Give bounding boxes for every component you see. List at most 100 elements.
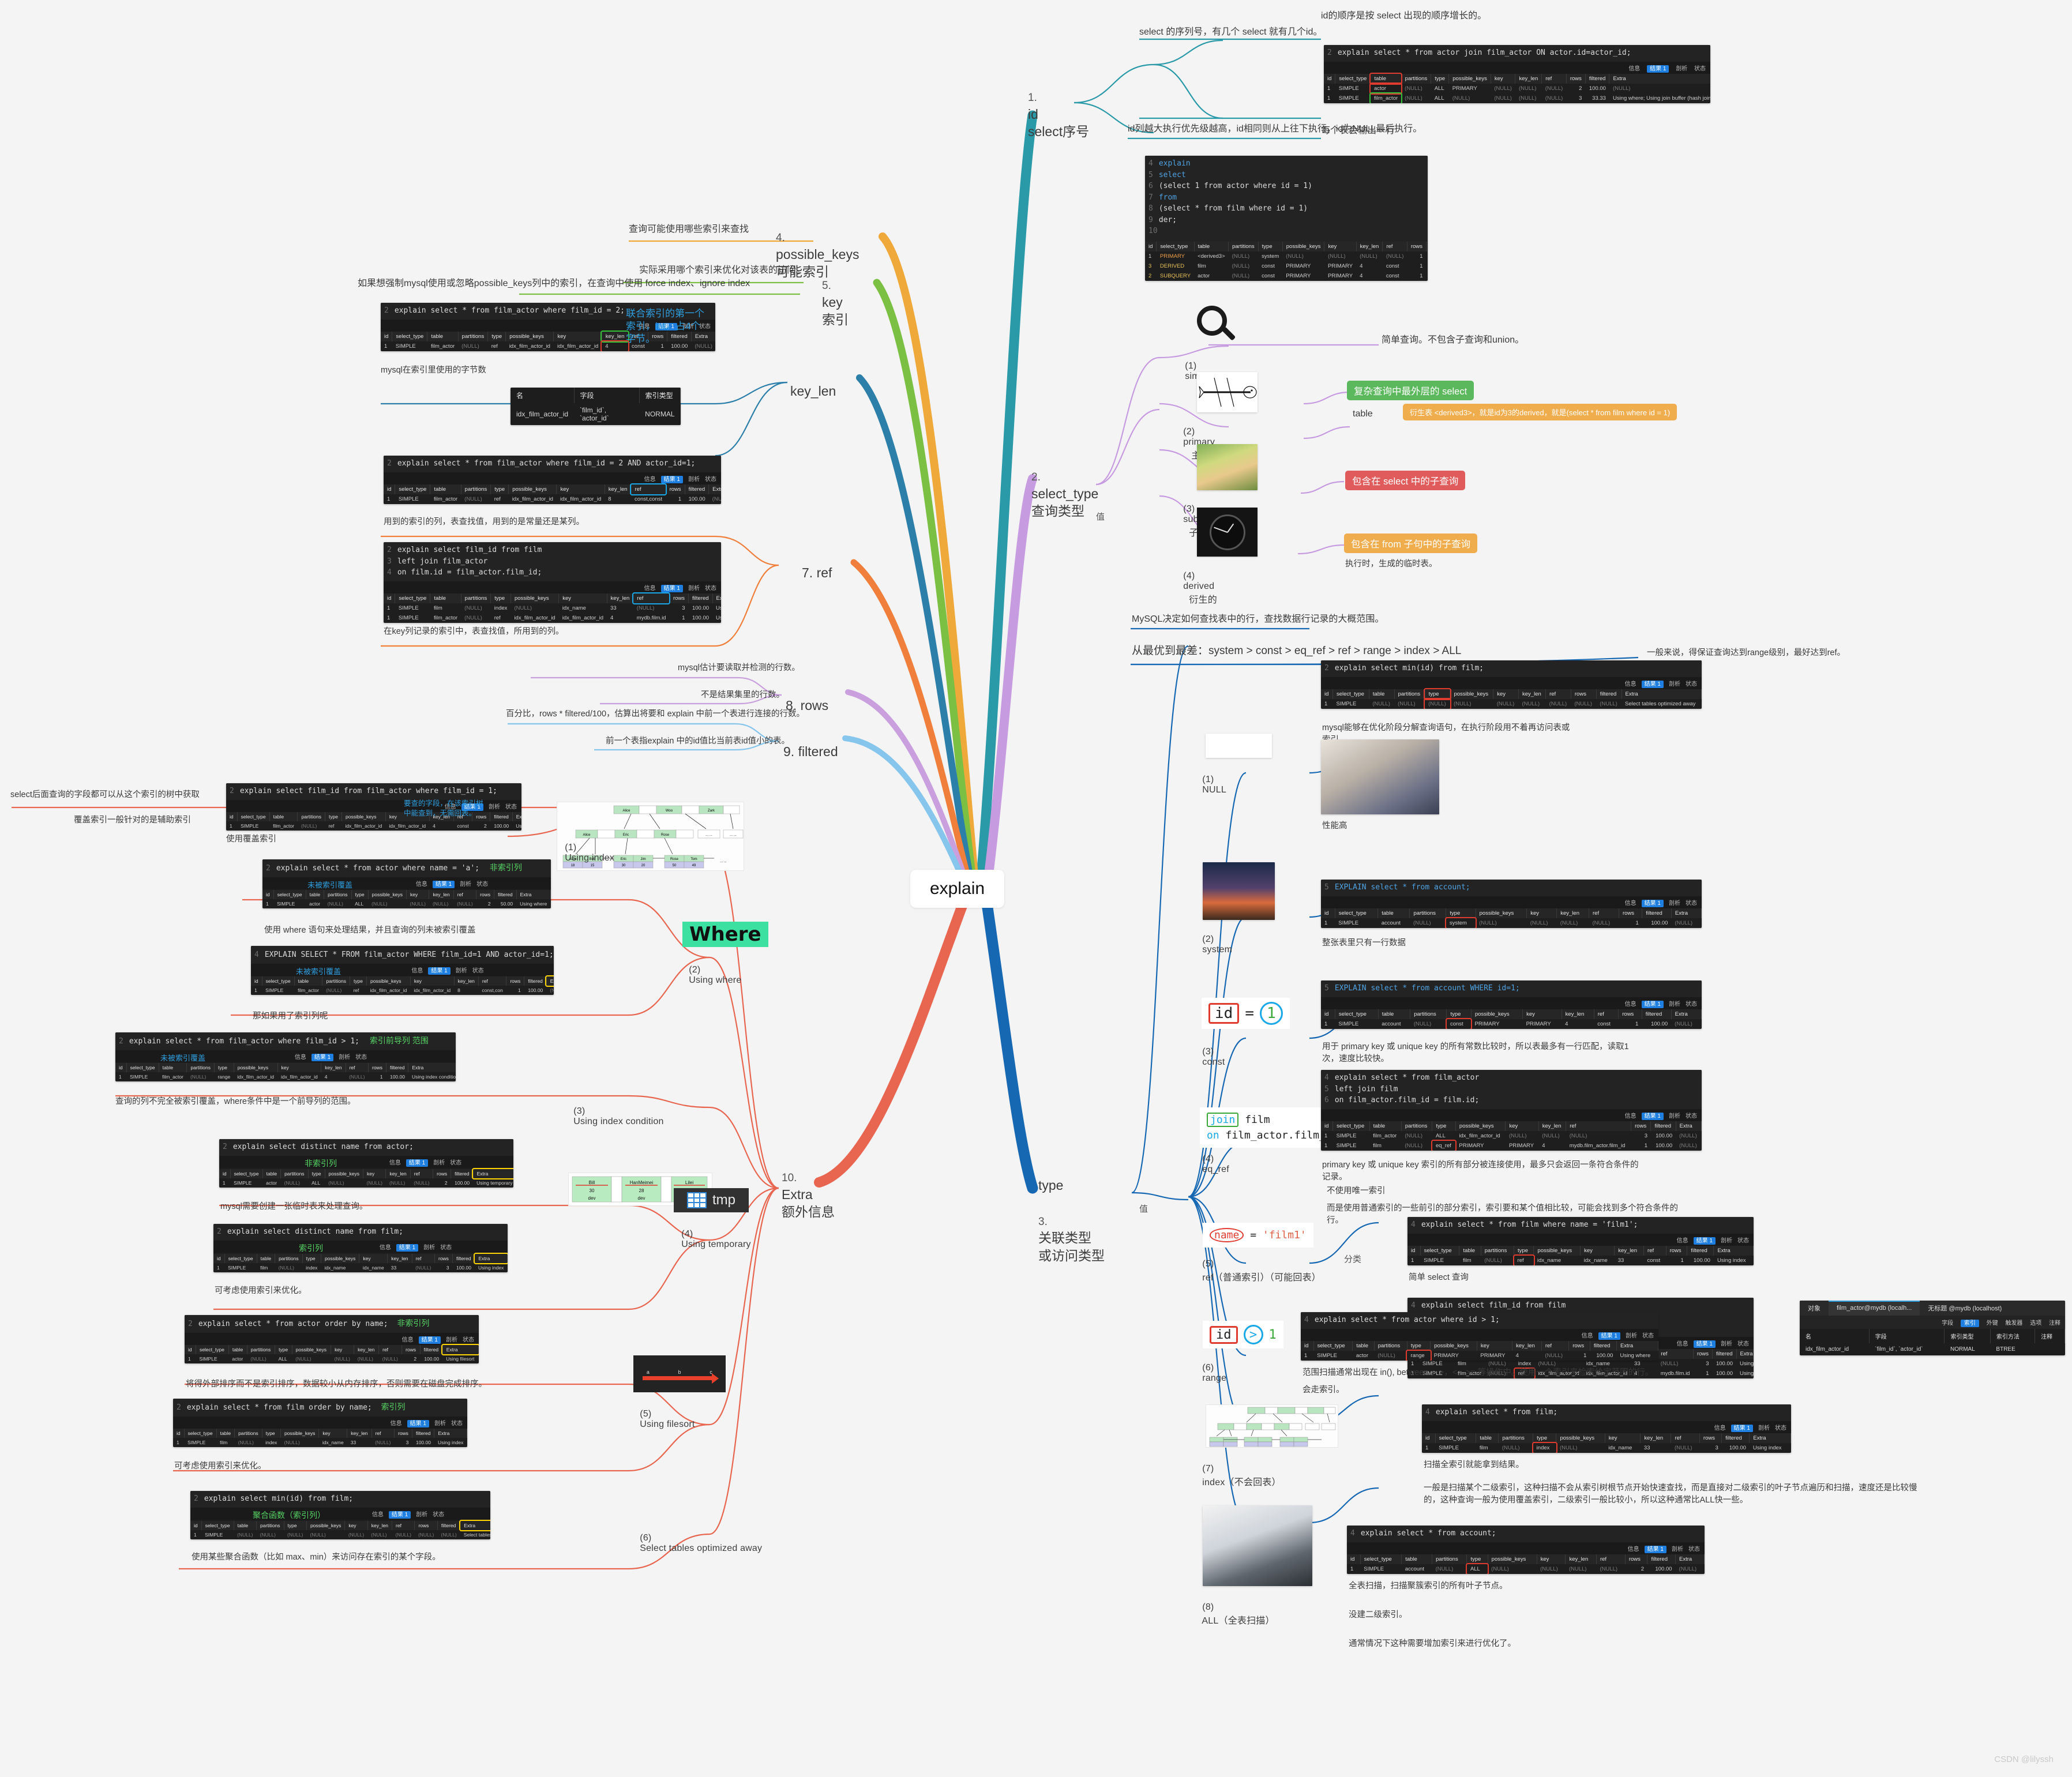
table-row: 1 SIMPLE actor (NULL) ALL (NULL) (NULL) (NULL)(… <box>188 1355 475 1362</box>
type-ref-token: name = 'film1' <box>1203 1223 1313 1248</box>
type-index-note2: 一般是扫描某个二级索引，这种扫描不会从索引树根节点开始快速查找，而是直接对二级索… <box>1424 1483 1917 1505</box>
moon-photo <box>1203 862 1275 920</box>
extra-term-using-filesort-2: 2 explain select * from film order by nam… <box>173 1399 467 1447</box>
svg-text:Zark: Zark <box>708 809 715 813</box>
branch-title-extra[interactable]: 10. Extra 额外信息 <box>782 1151 835 1220</box>
explain-result-table: idselect_typetablepartitionstypepossible… <box>1321 687 1702 709</box>
extra-item-select-tables-optimized-away[interactable]: (6) Select tables optimized away <box>635 1523 762 1554</box>
branch-title-select-type[interactable]: 2. select_type 查询类型 <box>1031 450 1098 520</box>
where-stamp-icon: Where <box>682 922 768 947</box>
btree-diagram-index <box>1206 1404 1338 1448</box>
type-all-note3: 通常情况下这种需要增加索引来进行优化了。 <box>1349 1639 1516 1648</box>
extra-item-using-temporary[interactable]: (4) Using temporary <box>676 1219 751 1250</box>
explain-result-table: idselect_typetablepartitionstypepossible… <box>1347 1554 1705 1574</box>
extra-term-select-tables-optimized-away: 2 explain select min(id) from film; 聚合函数（… <box>190 1491 490 1539</box>
type-item-null[interactable]: (1) NULL <box>1197 764 1226 795</box>
extra-ui-note-1: 覆盖索引一般针对的是辅助索引 <box>74 816 191 825</box>
extra-uw-note-0: 使用 where 语句来处理结果，并且查询的列未被索引覆盖 <box>264 926 476 935</box>
type-const-token: id = 1 <box>1202 998 1290 1029</box>
null-blank-icon <box>1206 734 1272 758</box>
key-note-0: 实际采用哪个索引来优化对该表的访问。 <box>639 265 806 275</box>
branch-title-key[interactable]: 5. key 索引 <box>822 258 849 328</box>
extra-term-using-filesort-1: 2 explain select * from actor order by na… <box>185 1315 479 1363</box>
branch-title-ref[interactable]: 7. ref <box>802 547 832 582</box>
filtered-note-1: 前一个表指explain 中的id值比当前表id值小的表。 <box>606 737 790 746</box>
filtered-note-0: 百分比，rows * filtered/100，估算出将要和 explain 中… <box>506 709 805 719</box>
extra-stoa-note-0: 使用某些聚合函数（比如 max、min）来访问存在索引的某个字段。 <box>192 1553 441 1562</box>
id-term-join: 2 explain select * from actor join film_a… <box>1324 45 1710 103</box>
select-type-value-label: 值 <box>1096 512 1105 522</box>
extra-item-using-index-condition[interactable]: (3) Using index condition <box>568 1096 664 1127</box>
term-tabs[interactable]: 信息 结果 1 剖析 状态 <box>1324 61 1710 74</box>
type-range-token: id >1 <box>1203 1321 1283 1348</box>
type-term-system: 5 EXPLAIN select * from account; 信息 结果 1 剖析… <box>1321 880 1702 928</box>
svg-text:Eric: Eric <box>623 833 629 837</box>
extra-term-using-where-1: 2 explain select * from actor where name … <box>262 859 551 908</box>
man-photo <box>1321 739 1439 814</box>
type-value-label: 值 <box>1139 1204 1148 1214</box>
select-type-primary-table-label: table <box>1353 409 1373 419</box>
select-type-item-derived[interactable]: (4) derived 衍生的 <box>1178 561 1217 606</box>
key-len-note: mysql在索引里使用的字节数 <box>381 366 486 375</box>
explain-result-table: idselect_typetablepartitionstypepossible… <box>1321 1121 1702 1151</box>
ref-note-0: 用到的索引的列，表查找值，用到的是常量还是某列。 <box>384 517 584 527</box>
table-row: 1 SIMPLE film (NULL) eq_ref PRIMARY PRIMARY 4 my… <box>1321 1139 1702 1151</box>
table-row: 1 SIMPLE film (NULL) index (NULL) idx_name 33 (N… <box>177 1439 464 1445</box>
svg-text:Lilei: Lilei <box>685 1180 693 1185</box>
navicat-index-panel: 对象 film_actor@mydb (localh... 无标题 @mydb … <box>1800 1301 2065 1355</box>
type-item-index[interactable]: (7) index（不会回表） <box>1197 1453 1281 1488</box>
extra-item-using-index[interactable]: (1) Using index <box>560 832 614 863</box>
type-item-all[interactable]: (8) ALL（全表扫描） <box>1197 1592 1275 1626</box>
branch-title-id[interactable]: 1. id select序号 <box>1028 70 1089 140</box>
clock-photo <box>1197 508 1258 557</box>
type-note-2: 一般来说，得保证查询达到range级别，最好达到ref。 <box>1647 648 1846 658</box>
svg-text:Rose: Rose <box>670 858 679 861</box>
explain-result-table: idselect_typetablepartitionstypepossible… <box>1422 1433 1791 1453</box>
navicat-tabs[interactable]: 对象 film_actor@mydb (localh... 无标题 @mydb … <box>1800 1301 2065 1316</box>
svg-text:Rose: Rose <box>661 833 670 837</box>
branch-title-filtered[interactable]: 9. filtered <box>783 726 838 761</box>
svg-text:50: 50 <box>673 864 677 867</box>
table-row: 1 SIMPLE film (NULL) index (NULL) idx_name 33 (N… <box>1422 1441 1791 1453</box>
branch-title-key-len[interactable]: key_len <box>790 365 836 400</box>
type-item-eqref[interactable]: (4) eq_ref <box>1197 1144 1229 1175</box>
navicat-subtabs[interactable]: 字段 索引 外键 触发器 选项 注释 <box>1800 1316 2065 1329</box>
type-item-ref[interactable]: (5) ref（普通索引）（可能回表） <box>1197 1249 1321 1283</box>
extra-item-using-where[interactable]: (2) Using where <box>684 955 741 986</box>
type-note-0: MySQL决定如何查找表中的行，查找数据行记录的大概范围。 <box>1132 614 1384 624</box>
type-item-const[interactable]: (3) const <box>1197 1036 1225 1068</box>
branch-title-type[interactable]: type 3. 关联类型 或访问类型 <box>1038 1159 1105 1264</box>
ref-note-1: 在key列记录的索引中，表查找值，所用到的列。 <box>384 627 564 636</box>
id-term-derived: 4 explain 5 select 6 (select 1 from actor w… <box>1145 156 1428 281</box>
central-node[interactable]: explain <box>910 870 1005 908</box>
select-type-derived-chip: 衍生表 <derived3>，就是id为3的derived，就是(select … <box>1403 404 1677 420</box>
type-ref-note3: 简单 select 查询 <box>1409 1273 1469 1282</box>
tmp-icon: tmp <box>674 1188 749 1212</box>
type-const-note: 用于 primary key 或 unique key 的所有常数比较时，所以表… <box>1322 1042 1629 1064</box>
svg-text:dev: dev <box>588 1196 596 1201</box>
extra-item-using-filesort[interactable]: (5) Using filesort <box>635 1399 695 1430</box>
select-type-subquery-chip: 包含在 select 中的子查询 <box>1345 471 1466 490</box>
svg-text:28: 28 <box>639 1188 644 1193</box>
table-row: 1 SIMPLE (NULL) (NULL) (NULL) (NULL) (NULL) (NU… <box>194 1531 490 1538</box>
table-row: 1 SIMPLE film_actor (NULL) ALL (NULL) (N… <box>1324 92 1710 103</box>
type-term-const: 5 EXPLAIN select * from account WHERE id=… <box>1321 980 1702 1029</box>
select-type-derived-desc: 执行时，生成的临时表。 <box>1345 559 1437 569</box>
id-note-3: id列越大执行优先级越高，id相同则从上往下执行，id为NULL最后执行。 <box>1128 124 1422 134</box>
type-range-note: 范围扫描通常出现在 in(), between ，>，<，>= 等操作中。使用一… <box>1302 1368 1654 1377</box>
svg-text:Jim: Jim <box>640 858 645 861</box>
svg-text:dev: dev <box>638 1196 645 1201</box>
explain-result-table: idselect_typetablepartitionstypepossible… <box>384 483 721 504</box>
type-item-system[interactable]: (2) system <box>1197 924 1232 955</box>
svg-text:15: 15 <box>591 864 595 867</box>
explain-result-table: idselect_typetablepartitionstypepossible… <box>219 1167 513 1188</box>
explain-result-table: idselect_typetablepartitionstypepossible… <box>262 889 551 908</box>
magnifier-icon <box>1197 306 1237 346</box>
type-term-eqref: 4 explain select * from film_actor 5 left … <box>1321 1070 1702 1151</box>
svg-text:Tom: Tom <box>690 858 697 861</box>
folders-icon: abc <box>633 1355 726 1392</box>
explain-result-table: idselect_typetablepartitionstypepossible… <box>251 975 554 995</box>
type-item-range[interactable]: (6) range <box>1197 1353 1226 1384</box>
rows-note-0: mysql估计要读取并检测的行数。 <box>678 663 800 673</box>
table-row: 1 PRIMARY <derived3> (NULL) system (NULL… <box>1148 253 1423 260</box>
